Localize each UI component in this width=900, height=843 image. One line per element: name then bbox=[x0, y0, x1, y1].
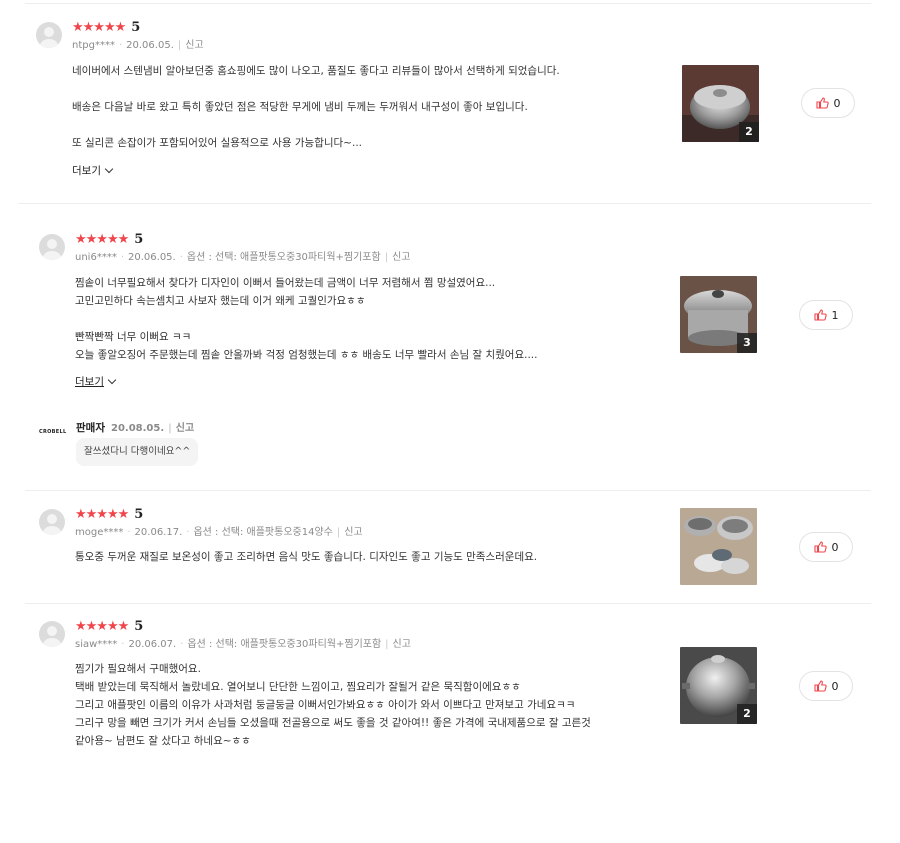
avatar bbox=[39, 234, 65, 260]
username: uni6**** bbox=[75, 252, 117, 263]
star-icons: ★★★★★ bbox=[72, 20, 126, 35]
review-line: 또 실리콘 손잡이가 포함되어있어 실용적으로 사용 가능합니다~... bbox=[72, 137, 362, 149]
avatar bbox=[39, 621, 65, 647]
report-link[interactable]: 신고 bbox=[392, 252, 410, 263]
rating-stars: ★★★★★ 5 bbox=[72, 20, 140, 36]
report-link[interactable]: 신고 bbox=[185, 40, 203, 51]
report-link[interactable]: 신고 bbox=[393, 639, 411, 650]
review-line: 그리구 망을 빼면 크기가 커서 손님들 오셨을때 전골용으로 써도 좋을 것 … bbox=[75, 717, 591, 729]
like-button[interactable]: 0 bbox=[801, 88, 855, 118]
reply-date: 20.08.05. bbox=[110, 423, 165, 434]
review-line: 택배 받았는데 묵직해서 놀랐네요. 열어보니 단단한 느낌이고, 찜요리가 잘… bbox=[75, 681, 521, 693]
seller-reply-bubble: 잘쓰셨다니 다행이네요^^ bbox=[76, 438, 199, 466]
rating-stars: ★★★★★ 5 bbox=[75, 232, 143, 248]
thumbs-up-icon bbox=[813, 309, 827, 321]
rating-value: 5 bbox=[134, 619, 144, 634]
review-date: 20.06.07. bbox=[128, 639, 177, 650]
seller-logo: CROBELL bbox=[39, 429, 67, 435]
review-date: 20.06.05. bbox=[128, 252, 176, 263]
photo-count: 2 bbox=[737, 704, 757, 724]
thumbs-up-icon bbox=[813, 680, 827, 692]
more-button[interactable]: 더보기 bbox=[72, 164, 114, 178]
review-line bbox=[75, 310, 537, 328]
review-meta: moge**** · 20.06.17. · 옵션 : 선택: 애플팟통오중14양수 | 신… bbox=[75, 527, 363, 538]
review-meta: ntpg**** · 20.06.05. | 신고 bbox=[72, 40, 204, 51]
review-line: 찜솥이 너무필요해서 찾다가 디자인이 이뻐서 들어왔는데 금액이 너무 저렴해… bbox=[75, 277, 496, 289]
review-text: 통오중 두꺼운 재질로 보온성이 좋고 조리하면 음식 맛도 좋습니다. 디자인… bbox=[75, 548, 537, 566]
username: moge**** bbox=[75, 527, 124, 538]
review-photo[interactable] bbox=[680, 508, 757, 585]
review-line bbox=[72, 116, 560, 134]
chevron-down-icon bbox=[104, 164, 114, 174]
review-line: 빤짝빤짝 너무 이뻐요 ㅋㅋ bbox=[75, 331, 192, 343]
review-line: 오늘 좋알오징어 주문했는데 찜솥 안올까봐 걱정 엄청했는데 ㅎㅎ 배송도 너… bbox=[75, 349, 538, 361]
review-line: 배송은 다음날 바로 왔고 특히 좋았던 점은 적당한 무게에 냄비 두께는 두… bbox=[72, 101, 528, 113]
photo-count: 2 bbox=[739, 122, 759, 142]
username: ntpg**** bbox=[72, 40, 115, 51]
review-date: 20.06.17. bbox=[134, 527, 183, 538]
review-text: 찜기가 필요해서 구매했어요. 택배 받았는데 묵직해서 놀랐네요. 열어보니 … bbox=[75, 660, 591, 750]
avatar bbox=[39, 509, 65, 535]
review-text: 찜솥이 너무필요해서 찾다가 디자인이 이뻐서 들어왔는데 금액이 너무 저렴해… bbox=[75, 274, 537, 364]
review-photo[interactable]: 2 bbox=[680, 647, 757, 724]
more-button[interactable]: 더보기 bbox=[75, 375, 117, 389]
like-count: 0 bbox=[831, 540, 839, 554]
review-line bbox=[72, 80, 560, 98]
divider bbox=[18, 203, 871, 204]
seller-reply-meta: 판매자 20.08.05. | 신고 bbox=[76, 422, 195, 434]
review-photo[interactable]: 3 bbox=[680, 276, 757, 353]
rating-stars: ★★★★★ 5 bbox=[75, 507, 143, 523]
report-link[interactable]: 신고 bbox=[176, 423, 194, 434]
star-icons: ★★★★★ bbox=[75, 619, 129, 634]
star-icons: ★★★★★ bbox=[75, 232, 129, 247]
review-text: 네이버에서 스텐냄비 알아보던중 홈쇼핑에도 많이 나오고, 품질도 좋다고 리… bbox=[72, 62, 560, 152]
review-line: 같아용~ 남편도 잘 샀다고 하네요~ㅎㅎ bbox=[75, 735, 251, 747]
like-button[interactable]: 1 bbox=[799, 300, 853, 330]
report-link[interactable]: 신고 bbox=[344, 527, 362, 538]
like-count: 1 bbox=[831, 308, 839, 322]
review-photo[interactable]: 2 bbox=[682, 65, 759, 142]
thumbs-up-icon bbox=[813, 541, 827, 553]
rating-stars: ★★★★★ 5 bbox=[75, 619, 143, 635]
photo-count: 3 bbox=[737, 333, 757, 353]
chevron-down-icon bbox=[107, 375, 117, 385]
divider bbox=[25, 603, 871, 604]
review-meta: siaw**** · 20.06.07. · 옵션 : 선택: 애플팟통오중30파티웍+… bbox=[75, 639, 411, 650]
review-line: 고민고민하다 속는셈치고 사보자 했는데 이거 왜케 고퀄인가요ㅎㅎ bbox=[75, 295, 366, 307]
like-count: 0 bbox=[833, 96, 841, 110]
review-date: 20.06.05. bbox=[126, 40, 174, 51]
purchase-option: 옵션 : 선택: 애플팟통오중30파티웍+찜기포함 bbox=[186, 252, 381, 263]
purchase-option: 옵션 : 선택: 애플팟통오중14양수 bbox=[193, 527, 333, 538]
review-line: 네이버에서 스텐냄비 알아보던중 홈쇼핑에도 많이 나오고, 품질도 좋다고 리… bbox=[72, 65, 560, 77]
username: siaw**** bbox=[75, 639, 118, 650]
divider bbox=[25, 3, 871, 4]
review-meta: uni6**** · 20.06.05. · 옵션 : 선택: 애플팟통오중30파티웍+… bbox=[75, 252, 411, 263]
rating-value: 5 bbox=[134, 232, 144, 247]
like-button[interactable]: 0 bbox=[799, 532, 853, 562]
like-count: 0 bbox=[831, 679, 839, 693]
divider bbox=[25, 490, 871, 491]
rating-value: 5 bbox=[131, 20, 141, 35]
review-line: 그리고 애플팟인 이름의 이유가 사과처럼 둥글둥글 이뻐서인가봐요ㅎㅎ 아이가… bbox=[75, 699, 576, 711]
like-button[interactable]: 0 bbox=[799, 671, 853, 701]
purchase-option: 옵션 : 선택: 애플팟통오중30파티웍+찜기포함 bbox=[187, 639, 382, 650]
star-icons: ★★★★★ bbox=[75, 507, 129, 522]
pots-photo-icon bbox=[680, 508, 757, 585]
rating-value: 5 bbox=[134, 507, 144, 522]
seller-name: 판매자 bbox=[76, 422, 105, 434]
review-line: 통오중 두꺼운 재질로 보온성이 좋고 조리하면 음식 맛도 좋습니다. 디자인… bbox=[75, 551, 538, 563]
avatar bbox=[36, 22, 62, 48]
review-line: 찜기가 필요해서 구매했어요. bbox=[75, 663, 201, 675]
thumbs-up-icon bbox=[815, 97, 829, 109]
